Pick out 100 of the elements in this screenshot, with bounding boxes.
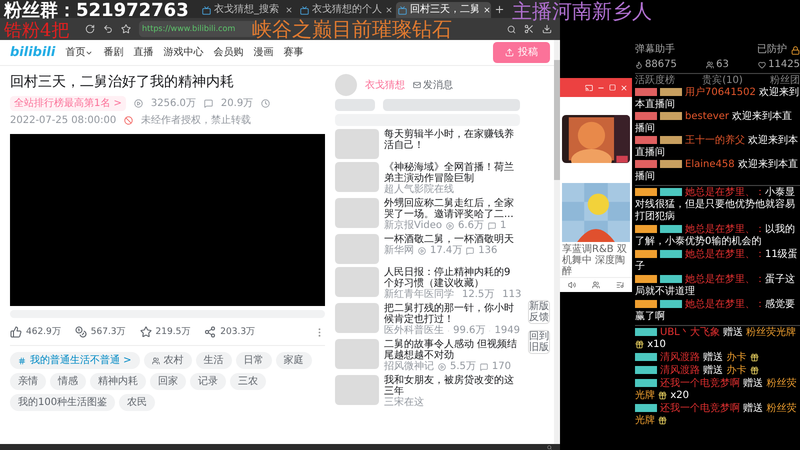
overlay-text: 主播河南新乡人 [512,0,652,23]
video-tag[interactable]: 精神内耗 [90,373,146,390]
video-thumbnail [335,267,379,297]
browser-tab[interactable]: 衣戈猜想的个人 [298,2,393,18]
recommended-title[interactable]: 把二舅打残的那一针，你小时候肯定也打过！ [384,303,520,325]
recommended-title[interactable]: 二舅的故事令人感动 但视频结尾越想越不对劲 [384,339,520,361]
search-icon[interactable] [547,444,552,450]
video-tag[interactable]: 家庭 [276,352,312,369]
recommended-video[interactable]: 把二舅打残的那一针，你小时候肯定也打过！ 医外科普医生 99.6万 1949 [335,303,520,336]
video-tag[interactable]: 我的普通生活不普通 > [10,352,140,369]
recommended-title[interactable]: 每天剪辑半小时，在家赚钱养活自己！ [384,129,520,151]
view-count: 6.6万 [458,220,484,231]
star-icon[interactable] [121,24,131,34]
mail-icon [413,81,421,89]
recommended-video[interactable]: 每天剪辑半小时，在家赚钱养活自己！ [335,129,520,159]
video-title: 回村三天，二舅治好了我的精神内耗 [10,74,235,92]
video-tag[interactable]: 农民 [119,394,156,411]
side-button[interactable]: 回到旧版 [528,330,550,354]
browser-tab[interactable]: 回村三天，二舅 [396,2,491,18]
download-icon[interactable] [542,24,552,34]
danmaku-count: 20.9万 [220,96,254,110]
view-count: 17.4万 [430,245,462,256]
song-caption[interactable]: 享蓝调R&B 双机舞中 深度陶醉 [560,244,632,277]
recommended-title[interactable]: 人民日报：停止精神内耗的9个好习惯（建议收藏） [384,267,520,289]
volume-icon[interactable] [568,280,576,289]
fan-badge [635,353,657,362]
people-icon [706,61,714,69]
coin-icon [74,326,87,338]
message-button[interactable]: 发消息 [413,78,453,92]
side-button[interactable]: 新版反馈 [528,300,550,324]
video-tag[interactable]: 三农 [230,373,266,390]
fan-badge [660,160,682,168]
scrollbar-thumb[interactable] [554,60,560,180]
recommended-title[interactable]: 一杯酒敬二舅，一杯酒敬明天 [384,234,514,245]
video-thumbnail [335,234,379,264]
overlay-text: 粉丝群：521972763 [4,0,189,21]
nav-link[interactable]: 番剧 [103,45,124,60]
video-tag[interactable]: 生活 [196,352,232,369]
fan-badge [635,328,657,336]
fan-badge [635,88,657,96]
chat-column-tab[interactable]: 粉丝团 [770,75,800,87]
video-tag[interactable]: 记录 [190,373,226,390]
undo-icon[interactable] [103,24,113,34]
nav-link[interactable]: 赛事 [283,45,304,60]
recommended-title[interactable]: 外甥回应称二舅走红后，全家哭了一场。邀请评奖哈了二... [384,198,520,220]
gift-icon [635,340,644,349]
view-count: 5.5万 [450,361,476,372]
comment-count: 113 [502,289,522,300]
fan-badge [660,250,682,258]
recommended-video[interactable]: 人民日报：停止精神内耗的9个好习惯（建议收藏） 新红青年医同学 12.5万 113 [335,267,520,300]
chat-message: 她总是在梦里、：蛋子这局就不讲道理 [635,274,796,298]
favorite-button[interactable]: 219.5万 [140,326,190,339]
fan-badge [660,188,682,196]
cast-icon[interactable] [585,84,593,92]
recommended-video[interactable]: 我和女朋友，被房贷改变的这三年 三宋在这 [335,375,520,408]
search-icon[interactable] [507,24,516,34]
close-icon[interactable] [620,84,628,92]
share-button[interactable]: 203.3万 [204,326,256,339]
people-icon[interactable] [592,280,600,289]
fan-badge [635,112,657,120]
nav-link[interactable]: 会员购 [213,45,244,60]
fan-badge [660,300,682,308]
playlist-icon[interactable] [616,280,624,289]
nav-link[interactable]: 直播 [133,45,154,60]
recommended-video[interactable]: 外甥回应称二舅走红后，全家哭了一场。邀请评奖哈了二... 新京报Video 6.6万 1 [335,198,520,231]
close-icon[interactable] [285,6,293,14]
coin-button[interactable]: 567.3万 [74,326,126,339]
video-tag[interactable]: 亲情 [10,373,46,390]
chat-message: 她总是在梦里、：以我的了解，小泰优势0输的机会的 [635,224,796,248]
video-tag[interactable]: 回家 [150,373,186,390]
protection-status: 已防护 [757,44,787,56]
gift-message: 还我一个电竞梦啊 赠送 粉丝荧光牌 [635,403,798,427]
forbidden-icon [124,116,134,124]
chat-column-tab[interactable]: 活跃度榜 [635,75,675,87]
recommended-video[interactable]: 二舅的故事令人感动 但视频结尾越想越不对劲 招风微神记 5.5万 170 [335,339,520,372]
gift-icon [750,366,759,375]
chat-column-tab[interactable]: 贵宾(10) [702,75,743,87]
nav-link[interactable]: 漫画 [253,45,274,60]
reload-icon[interactable] [85,24,95,34]
like-button[interactable]: 462.9万 [10,326,61,339]
nav-link[interactable]: 首页 [65,45,94,60]
recommended-video[interactable]: 《神秘海域》全网首播！荷兰弟主演动作冒险巨制 超人气影院在线 [335,162,520,195]
gift-message: 清风渡路 赠送 办卡 [635,352,800,364]
view-count: 99.6万 [453,325,486,336]
fan-badge [660,112,682,120]
recommended-title[interactable]: 《神秘海域》全网首播！荷兰弟主演动作冒险巨制 [384,162,520,184]
comment-count: 1949 [494,325,520,336]
recommended-video[interactable]: 一杯酒敬二舅，一杯酒敬明天 新华网 17.4万 136 [335,234,520,264]
video-tag[interactable]: 日常 [236,352,272,369]
publish-date: 2022-07-25 08:00:00 [10,114,116,128]
video-tag[interactable]: 我的100种生活图鉴 [10,394,116,411]
recommended-title[interactable]: 我和女朋友，被房贷改变的这三年 [384,375,520,397]
video-tag[interactable]: 情感 [50,373,86,390]
scissors-icon[interactable] [524,24,534,34]
video-tag[interactable]: 农村 [144,352,192,369]
new-tab-icon[interactable] [494,4,505,15]
nav-link[interactable]: 游戏中心 [163,45,204,60]
fan-badge [635,404,657,412]
close-icon[interactable] [385,6,393,14]
maximize-icon[interactable] [609,84,616,92]
